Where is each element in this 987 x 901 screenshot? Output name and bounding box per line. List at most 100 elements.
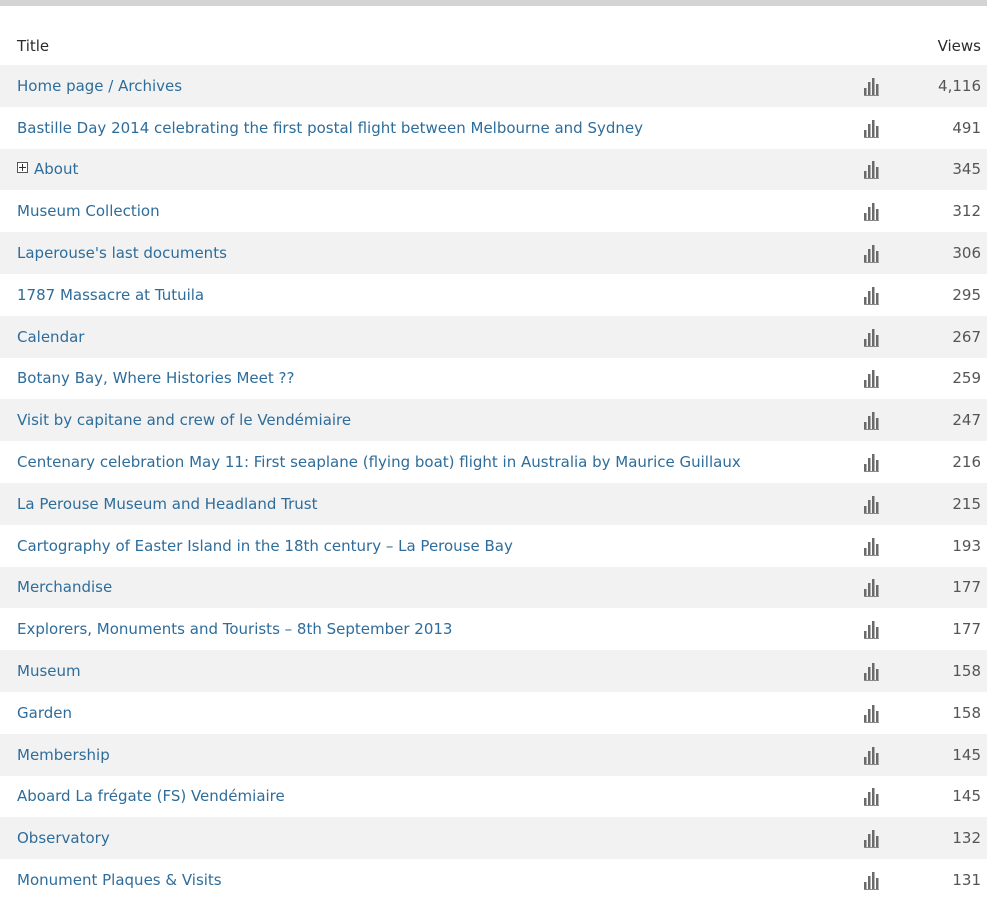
table-row: Museum Collection 312 — [0, 190, 987, 232]
post-title-link[interactable]: Merchandise — [0, 578, 851, 596]
post-title-text: 1787 Massacre at Tutuila — [17, 285, 205, 304]
view-count: 158 — [952, 703, 981, 722]
bar-chart-icon[interactable] — [851, 327, 891, 347]
post-title-text: Museum — [17, 662, 81, 681]
bar-chart-icon[interactable] — [851, 452, 891, 473]
post-title-link[interactable]: Home page / Archives — [0, 77, 851, 95]
post-title-link[interactable]: Botany Bay, Where Histories Meet ?? — [0, 369, 851, 387]
table-body: Home page / Archives 4,116 Bastille Day 20… — [0, 65, 987, 901]
table-row: La Perouse Museum and Headland Trust 215 — [0, 482, 987, 525]
post-title-text: Merchandise — [17, 578, 113, 597]
bar-chart-icon[interactable] — [851, 159, 891, 180]
view-count: 312 — [952, 202, 981, 221]
post-title-link[interactable]: Observatory — [0, 829, 851, 847]
post-title-link[interactable]: Museum Collection — [0, 202, 851, 220]
view-count: 306 — [952, 244, 981, 263]
bar-chart-icon[interactable] — [851, 745, 891, 765]
table-row: Membership 145 — [0, 733, 987, 776]
table-row: Monument Plaques & Visits 131 — [0, 859, 987, 901]
post-title-link[interactable]: Centenary celebration May 11: First seap… — [0, 453, 851, 471]
view-count: 145 — [952, 787, 981, 806]
view-count: 216 — [952, 453, 981, 472]
post-title-text: Bastille Day 2014 celebrating the first … — [17, 118, 643, 137]
view-count: 132 — [952, 829, 981, 848]
view-count: 247 — [952, 411, 981, 430]
post-title-link[interactable]: Calendar — [0, 328, 851, 346]
table-row: Laperouse's last documents 306 — [0, 232, 987, 274]
table-row: Museum 158 — [0, 650, 987, 692]
bar-chart-icon[interactable] — [851, 577, 891, 598]
table-row: Garden 158 — [0, 692, 987, 734]
post-title-text: About — [34, 160, 79, 179]
table-row: Botany Bay, Where Histories Meet ?? 259 — [0, 358, 987, 400]
post-title-text: Explorers, Monuments and Tourists – 8th … — [17, 620, 453, 639]
bar-chart-icon[interactable] — [851, 201, 891, 222]
post-title-link[interactable]: Visit by capitane and crew of le Vendémi… — [0, 411, 851, 429]
post-title-link[interactable]: Museum — [0, 662, 851, 680]
post-title-link[interactable]: Membership — [0, 746, 851, 764]
title-column-header: Title — [17, 37, 50, 55]
post-title-text: Monument Plaques & Visits — [17, 871, 222, 890]
bar-chart-icon[interactable] — [851, 828, 891, 849]
table-row: Bastille Day 2014 celebrating the first … — [0, 107, 987, 149]
post-title-link[interactable]: Explorers, Monuments and Tourists – 8th … — [0, 620, 851, 638]
post-title-text: Laperouse's last documents — [17, 244, 227, 263]
post-title-text: La Perouse Museum and Headland Trust — [17, 494, 318, 513]
bar-chart-icon[interactable] — [851, 410, 891, 431]
view-count: 177 — [952, 620, 981, 639]
bar-chart-icon[interactable] — [851, 76, 891, 96]
bar-chart-icon[interactable] — [851, 661, 891, 682]
table-row: Explorers, Monuments and Tourists – 8th … — [0, 608, 987, 650]
post-title-text: Visit by capitane and crew of le Vendémi… — [17, 411, 352, 430]
post-title-text: Aboard La frégate (FS) Vendémiaire — [17, 787, 285, 806]
table-row: Aboard La frégate (FS) Vendémiaire 145 — [0, 776, 987, 818]
bar-chart-icon[interactable] — [851, 118, 891, 138]
table-header: Title Views — [0, 27, 987, 65]
bar-chart-icon[interactable] — [851, 786, 891, 807]
post-title-text: Calendar — [17, 327, 85, 346]
bar-chart-icon[interactable] — [851, 494, 891, 514]
post-title-text: Observatory — [17, 829, 110, 848]
post-title-link[interactable]: Monument Plaques & Visits — [0, 871, 851, 889]
bar-chart-icon[interactable] — [851, 285, 891, 305]
table-row: About 345 — [0, 148, 987, 191]
post-title-link[interactable]: La Perouse Museum and Headland Trust — [0, 495, 851, 513]
table-row: Observatory 132 — [0, 817, 987, 860]
post-title-link[interactable]: Laperouse's last documents — [0, 244, 851, 262]
view-count: 259 — [952, 369, 981, 388]
views-column-header: Views — [937, 37, 981, 55]
post-title-link[interactable]: About — [0, 160, 851, 178]
top-posts-table: Title Views Home page / Archives 4,116 Bas… — [0, 27, 987, 901]
table-row: Calendar 267 — [0, 315, 987, 358]
bar-chart-icon[interactable] — [851, 619, 891, 640]
table-row: Cartography of Easter Island in the 18th… — [0, 525, 987, 567]
post-title-link[interactable]: 1787 Massacre at Tutuila — [0, 286, 851, 304]
bar-chart-icon[interactable] — [851, 368, 891, 389]
view-count: 158 — [952, 662, 981, 681]
table-row: Visit by capitane and crew of le Vendémi… — [0, 399, 987, 442]
bar-chart-icon[interactable] — [851, 243, 891, 264]
view-count: 491 — [952, 118, 981, 137]
bar-chart-icon[interactable] — [851, 870, 891, 891]
post-title-text: Centenary celebration May 11: First seap… — [17, 453, 741, 472]
bar-chart-icon[interactable] — [851, 536, 891, 556]
view-count: 177 — [952, 578, 981, 597]
post-title-link[interactable]: Bastille Day 2014 celebrating the first … — [0, 119, 851, 137]
post-title-link[interactable]: Cartography of Easter Island in the 18th… — [0, 537, 851, 555]
post-title-text: Botany Bay, Where Histories Meet ?? — [17, 369, 295, 388]
bar-chart-icon[interactable] — [851, 703, 891, 723]
view-count: 267 — [952, 327, 981, 346]
view-count: 295 — [952, 285, 981, 304]
table-row: Home page / Archives 4,116 — [0, 65, 987, 107]
view-count: 145 — [952, 745, 981, 764]
top-border — [0, 0, 987, 6]
post-title-link[interactable]: Aboard La frégate (FS) Vendémiaire — [0, 787, 851, 805]
post-title-link[interactable]: Garden — [0, 704, 851, 722]
expand-plus-icon[interactable] — [17, 162, 28, 174]
post-title-text: Garden — [17, 703, 72, 722]
view-count: 345 — [952, 160, 981, 179]
post-title-text: Membership — [17, 745, 110, 764]
post-title-text: Home page / Archives — [17, 76, 183, 95]
table-row: Centenary celebration May 11: First seap… — [0, 441, 987, 483]
view-count: 4,116 — [938, 76, 981, 95]
